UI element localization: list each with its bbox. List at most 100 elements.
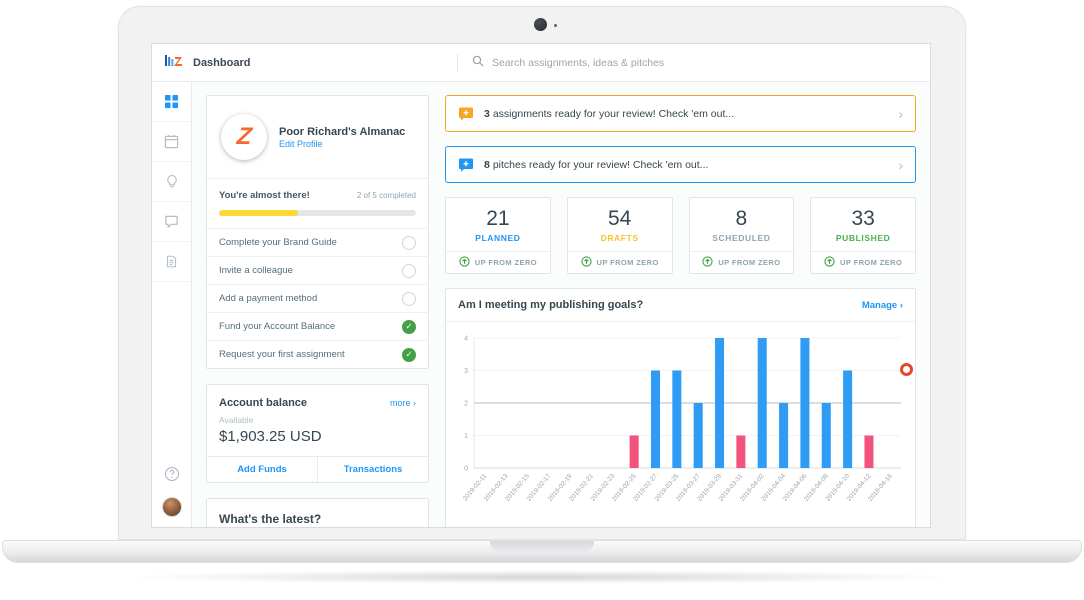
stat-label: DRAFTS [600,233,639,244]
checklist-item-label: Complete your Brand Guide [219,237,337,248]
svg-text:3: 3 [464,368,468,375]
search-box[interactable] [458,54,930,72]
app-logo-icon [165,52,183,73]
checklist-item-label: Fund your Account Balance [219,321,336,332]
stat-card-scheduled[interactable]: 8 SCHEDULED UP FROM ZERO [688,197,795,275]
svg-text:1: 1 [464,433,468,440]
laptop-shadow [120,570,964,584]
pitches-review-alert[interactable]: 8 pitches ready for your review! Check 'e… [445,146,916,183]
calendar-icon [164,134,179,149]
profile-name: Poor Richard's Almanac [279,125,406,138]
checklist-status-icon [402,263,416,278]
balance-more-link[interactable]: more › [390,398,416,408]
checklist-status-icon [402,235,416,250]
sidebar-item-assignments[interactable] [152,242,191,282]
stat-note: UP FROM ZERO [596,258,659,268]
search-icon [472,54,484,72]
manage-link[interactable]: Manage › [862,300,903,311]
sidebar-item-calendar[interactable] [152,122,191,162]
brand-avatar: Z [221,114,267,160]
publishing-goals-chart: 012342019-02-112019-02-132019-02-152019-… [462,336,901,503]
left-column: Z Poor Richard's Almanac Edit Profile Yo… [206,95,429,527]
stat-value: 8 [735,207,748,230]
stat-card-planned[interactable]: 21 PLANNED UP FROM ZERO [445,197,551,275]
right-column: 3 assignments ready for your review! Chec… [445,95,916,527]
edit-profile-link[interactable]: Edit Profile [279,139,405,149]
checklist-item-payment-method[interactable]: Add a payment method [207,284,428,312]
account-balance-card: Account balance more › Available $1,903.… [206,384,429,483]
checklist-item-fund-balance[interactable]: Fund your Account Balance [207,312,428,340]
laptop-base-notch [490,541,594,552]
progress-title: You're almost there! [219,190,310,201]
laptop-base [2,540,1082,563]
webcam-led-icon [554,24,557,27]
stat-note: UP FROM ZERO [840,258,903,268]
topbar: Dashboard [152,44,930,82]
user-avatar[interactable] [161,497,182,517]
trend-up-icon [459,254,470,272]
balance-amount: $1,903.25 USD [219,428,322,445]
latest-card: What's the latest? [206,498,429,527]
laptop-screen: Dashboard Search assignments, ideas & pi… [118,6,966,540]
review-bubble-icon [458,106,474,122]
stat-card-drafts[interactable]: 54 DRAFTS UP FROM ZERO [566,197,673,275]
alert-text: 3 assignments ready for your review! Chec… [484,107,735,120]
laptop-mockup: Dashboard Search assignments, ideas & pi… [0,0,1084,600]
sidebar-item-ideas[interactable] [152,162,191,202]
sidebar [152,82,192,527]
chart-title: Am I meeting my publishing goals? [458,299,644,312]
checklist-status-icon [402,347,416,362]
trend-up-icon [702,254,713,272]
progress-bar [219,210,416,216]
stats-row: 21 PLANNED UP FROM ZERO 54 DRAFTS UP FRO… [445,197,916,275]
help-icon[interactable] [164,466,180,487]
stat-value: 54 [607,207,632,230]
progress-status: 2 of 5 completed [356,191,416,200]
progress-fill [219,210,298,216]
sidebar-item-pitches[interactable] [152,202,191,242]
search-input[interactable] [492,56,916,69]
chevron-right-icon: › [898,105,903,122]
app-window: Dashboard Search assignments, ideas & pi… [151,43,931,528]
svg-text:4: 4 [464,336,468,343]
stat-note: UP FROM ZERO [718,258,781,268]
document-icon [166,255,177,268]
onboarding-progress: You're almost there! 2 of 5 completed [207,178,428,228]
add-funds-button[interactable]: Add Funds [207,457,318,482]
checklist-item-label: Add a payment method [219,293,318,304]
brand-area: Dashboard [152,52,457,73]
webcam-icon [534,18,547,31]
stat-card-published[interactable]: 33 PUBLISHED UP FROM ZERO [810,197,916,275]
trend-up-icon [580,254,592,272]
balance-available-label: Available [219,415,254,425]
alert-text: 8 pitches ready for your review! Check 'e… [484,158,709,171]
checklist-item-first-assignment[interactable]: Request your first assignment [207,340,428,368]
page-title: Dashboard [193,56,251,69]
notification-badge[interactable] [900,363,913,376]
stat-value: 21 [486,207,510,230]
svg-text:2: 2 [464,401,468,408]
lightbulb-icon [166,174,177,188]
stat-note: UP FROM ZERO [474,258,537,268]
trend-up-icon [824,254,835,272]
publishing-goals-card: Am I meeting my publishing goals? Manage… [445,288,916,527]
sidebar-item-dashboard[interactable] [152,82,191,122]
profile-card: Z Poor Richard's Almanac Edit Profile Yo… [206,95,429,369]
checklist-status-icon [402,291,416,306]
stat-label: PLANNED [475,233,521,244]
checklist-item-label: Invite a colleague [219,265,293,276]
stat-value: 33 [851,207,875,230]
main-content: Z Poor Richard's Almanac Edit Profile Yo… [192,82,930,527]
comment-icon [165,215,178,228]
latest-title: What's the latest? [219,512,322,526]
checklist-item-brand-guide[interactable]: Complete your Brand Guide [207,228,428,256]
checklist-item-invite-colleague[interactable]: Invite a colleague [207,256,428,284]
assignments-review-alert[interactable]: 3 assignments ready for your review! Chec… [445,95,916,132]
balance-title: Account balance [219,397,308,409]
svg-text:0: 0 [464,466,468,473]
dashboard-grid-icon [164,94,179,109]
transactions-button[interactable]: Transactions [318,457,428,482]
chevron-right-icon: › [898,156,903,173]
stat-label: SCHEDULED [712,233,771,244]
